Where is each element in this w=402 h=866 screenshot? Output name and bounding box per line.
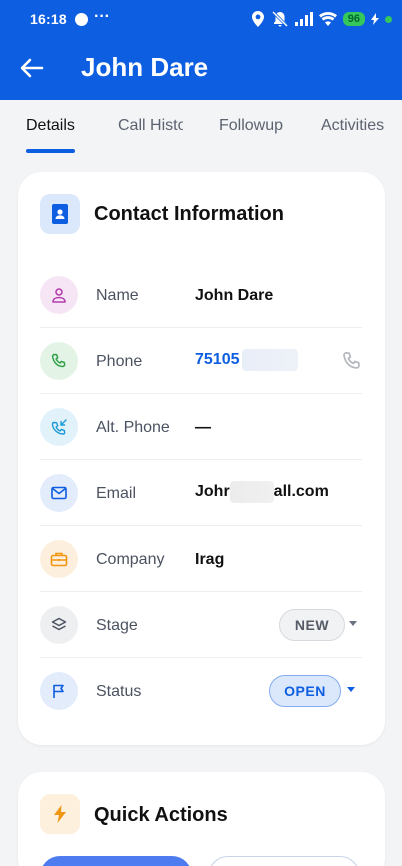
company-row: Company Irag	[40, 526, 362, 592]
status-icons: 96	[251, 9, 392, 29]
quick-action-secondary-button[interactable]	[208, 856, 360, 866]
wifi-icon	[318, 12, 337, 26]
contact-information-card: Contact Information Name John Dare Phone…	[18, 172, 385, 745]
status-chevron-down-icon[interactable]	[347, 687, 355, 692]
tab-details[interactable]: Details	[26, 117, 75, 135]
battery-indicator: 96	[342, 12, 365, 26]
phone-incoming-icon	[40, 408, 78, 446]
quick-actions-card: Quick Actions	[18, 772, 385, 866]
phone-redaction-blur	[241, 349, 298, 371]
alt-phone-row: Alt. Phone —	[40, 394, 362, 460]
phone-label: Phone	[96, 353, 143, 370]
email-redaction-blur	[229, 481, 274, 503]
layers-icon	[40, 606, 78, 644]
status-row: Status OPEN	[40, 658, 362, 724]
email-label: Email	[96, 485, 137, 502]
email-text-end: all.com	[273, 483, 329, 500]
email-row[interactable]: Email Johr all.com	[40, 460, 362, 526]
mute-icon	[271, 11, 288, 27]
name-value: John Dare	[195, 287, 274, 304]
lightning-icon	[40, 794, 80, 834]
phone-number-text: 75105	[195, 351, 240, 368]
email-value[interactable]: Johr all.com	[195, 481, 329, 503]
alt-phone-value: —	[195, 419, 211, 436]
name-row: Name John Dare	[40, 262, 362, 328]
phone-row[interactable]: Phone 75105	[40, 328, 362, 394]
quick-action-primary-button[interactable]	[40, 856, 192, 866]
active-tab-indicator	[26, 149, 75, 153]
page-title: John Dare	[81, 52, 209, 82]
stage-chevron-down-icon[interactable]	[349, 621, 357, 626]
status-label: Status	[96, 683, 142, 700]
company-label: Company	[96, 551, 165, 568]
tab-bar: Details Call History Followup Activities	[0, 100, 402, 156]
call-icon[interactable]	[342, 351, 362, 371]
status-bar: 16:18 ··· 96	[0, 0, 402, 40]
name-label: Name	[96, 287, 139, 304]
stage-dropdown[interactable]: NEW	[279, 609, 345, 641]
stage-row: Stage NEW	[40, 592, 362, 658]
company-value: Irag	[195, 551, 225, 568]
quick-actions-title: Quick Actions	[94, 804, 228, 826]
app-header: 16:18 ··· 96 John Dare	[0, 0, 402, 100]
alt-phone-label: Alt. Phone	[96, 419, 170, 436]
briefcase-icon	[40, 540, 78, 578]
mail-icon	[40, 474, 78, 512]
status-time: 16:18	[30, 11, 67, 27]
contact-card-icon	[40, 194, 80, 234]
phone-icon	[40, 342, 78, 380]
location-icon	[251, 11, 264, 27]
charging-icon	[371, 13, 379, 25]
more-notifications-icon: ···	[94, 8, 110, 25]
flag-icon	[40, 672, 78, 710]
camera-indicator-icon	[385, 15, 392, 23]
person-icon	[40, 276, 78, 314]
email-text-start: Johr	[195, 483, 230, 500]
tab-activities[interactable]: Activities	[321, 117, 384, 135]
tab-call-history[interactable]: Call History	[118, 117, 183, 135]
contact-card-title: Contact Information	[94, 203, 284, 225]
phone-value[interactable]: 75105	[195, 349, 298, 371]
stage-label: Stage	[96, 617, 138, 634]
signal-icon	[294, 12, 313, 26]
status-dropdown[interactable]: OPEN	[269, 675, 341, 707]
notification-dot-icon	[75, 13, 88, 26]
back-arrow-icon[interactable]	[18, 54, 46, 82]
tab-followup[interactable]: Followup	[219, 117, 283, 135]
